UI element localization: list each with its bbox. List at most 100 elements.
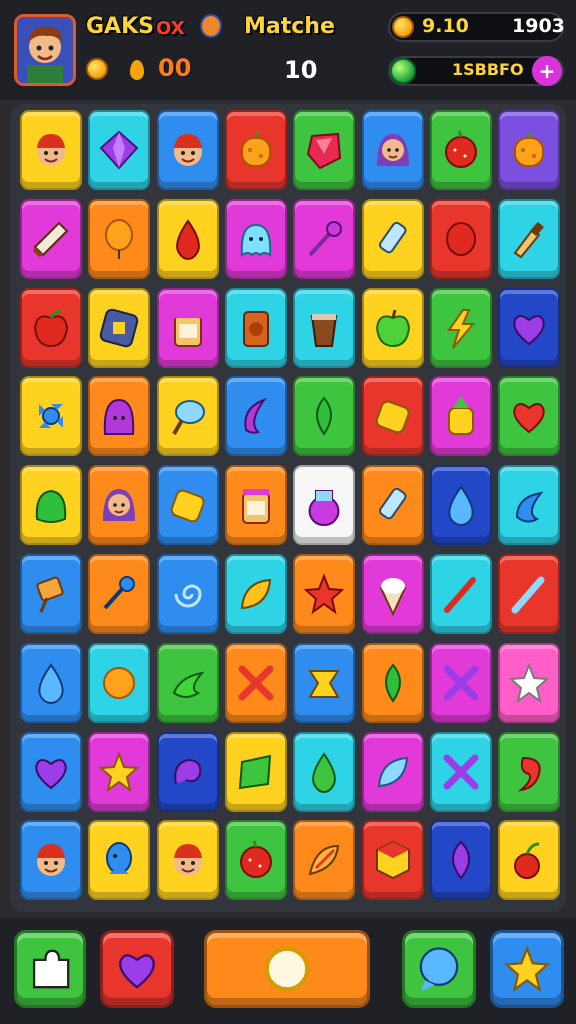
game-tile[interactable] — [88, 731, 151, 812]
game-tile[interactable] — [224, 820, 287, 901]
game-tile[interactable] — [224, 554, 287, 634]
game-tile[interactable] — [224, 110, 287, 190]
game-tile[interactable] — [88, 820, 151, 901]
game-tile[interactable] — [498, 110, 561, 190]
game-tile[interactable] — [156, 642, 219, 723]
game-tile[interactable] — [361, 642, 424, 723]
coins-value: 00 — [158, 54, 192, 82]
red-apple-icon — [33, 309, 69, 347]
game-tile[interactable] — [224, 731, 287, 812]
game-tile[interactable] — [88, 287, 151, 368]
game-tile[interactable] — [498, 198, 561, 279]
game-tile[interactable] — [88, 465, 151, 546]
game-tile[interactable] — [293, 465, 356, 546]
game-tile[interactable] — [293, 554, 356, 634]
star-button[interactable] — [490, 930, 564, 1008]
game-tile[interactable] — [156, 198, 219, 279]
ice-cream-icon — [171, 400, 205, 436]
add-button[interactable]: + — [532, 56, 562, 86]
game-tile[interactable] — [361, 287, 424, 368]
game-tile[interactable] — [20, 731, 82, 812]
game-tile[interactable] — [156, 287, 219, 368]
game-tile[interactable] — [156, 554, 219, 634]
game-tile[interactable] — [361, 376, 424, 457]
green-gem-icon — [390, 58, 416, 84]
game-tile[interactable] — [429, 198, 492, 279]
game-tile[interactable] — [293, 287, 356, 368]
game-tile[interactable] — [224, 376, 287, 457]
red-pen-icon — [443, 577, 476, 613]
shell-icon — [308, 845, 340, 876]
jar-icon — [173, 311, 202, 347]
game-tile[interactable] — [293, 110, 356, 190]
game-tile[interactable] — [498, 731, 561, 812]
game-tile[interactable] — [498, 642, 561, 723]
game-tile[interactable] — [429, 287, 492, 368]
purple-hood-icon — [104, 399, 135, 436]
game-tile[interactable] — [88, 376, 151, 457]
game-tile[interactable] — [156, 731, 219, 812]
red-bean-icon — [445, 221, 476, 256]
left-button[interactable] — [14, 930, 86, 1008]
game-tile[interactable] — [361, 554, 424, 634]
game-tile[interactable] — [429, 731, 492, 812]
red-drop-icon — [175, 219, 200, 260]
game-tile[interactable] — [20, 642, 82, 723]
game-tile[interactable] — [156, 465, 219, 546]
game-tile[interactable] — [20, 554, 82, 634]
stat-top-right: 1903 — [512, 15, 565, 37]
game-tile[interactable] — [498, 465, 561, 546]
red-gem-icon — [307, 132, 342, 170]
game-tile[interactable] — [498, 820, 561, 901]
booster-button[interactable] — [100, 930, 174, 1008]
game-tile[interactable] — [88, 642, 151, 723]
game-tile[interactable] — [293, 820, 356, 901]
girl-face-icon — [103, 489, 136, 522]
game-tile[interactable] — [429, 820, 492, 901]
game-tile[interactable] — [156, 820, 219, 901]
game-tile[interactable] — [88, 554, 151, 634]
purple-moon-icon — [244, 398, 267, 435]
game-tile[interactable] — [361, 465, 424, 546]
game-tile[interactable] — [88, 198, 151, 279]
game-tile[interactable] — [224, 465, 287, 546]
game-tile[interactable] — [293, 642, 356, 723]
game-tile[interactable] — [156, 376, 219, 457]
avatar[interactable] — [14, 14, 76, 86]
cup-icon — [311, 313, 338, 347]
game-tile[interactable] — [498, 376, 561, 457]
game-tile[interactable] — [20, 198, 82, 279]
game-tile[interactable] — [293, 376, 356, 457]
lollipop-icon — [36, 576, 64, 613]
game-tile[interactable] — [224, 287, 287, 368]
game-tile[interactable] — [88, 110, 151, 190]
game-tile[interactable] — [498, 287, 561, 368]
game-tile[interactable] — [20, 376, 82, 457]
game-tile[interactable] — [156, 110, 219, 190]
game-tile[interactable] — [498, 554, 561, 634]
game-tile[interactable] — [20, 465, 82, 546]
green-leaf-icon — [316, 396, 333, 437]
game-tile[interactable] — [361, 110, 424, 190]
game-tile[interactable] — [20, 820, 82, 901]
game-tile[interactable] — [429, 554, 492, 634]
game-tile[interactable] — [361, 731, 424, 812]
play-button[interactable] — [204, 930, 370, 1008]
game-tile[interactable] — [224, 198, 287, 279]
game-tile[interactable] — [429, 110, 492, 190]
game-tile[interactable] — [361, 820, 424, 901]
game-tile[interactable] — [293, 198, 356, 279]
game-tile[interactable] — [20, 110, 82, 190]
game-tile[interactable] — [429, 465, 492, 546]
game-tile[interactable] — [429, 642, 492, 723]
blue-drop-icon — [38, 663, 64, 704]
game-tile[interactable] — [20, 287, 82, 368]
game-tile[interactable] — [361, 198, 424, 279]
game-tile[interactable] — [224, 642, 287, 723]
candy-bar-icon — [33, 221, 69, 257]
purple-leaf-icon — [451, 840, 470, 880]
game-tile[interactable] — [429, 376, 492, 457]
stat-bottom: 1SBBFO — [452, 60, 524, 79]
chat-button[interactable] — [402, 930, 476, 1008]
game-tile[interactable] — [293, 731, 356, 812]
